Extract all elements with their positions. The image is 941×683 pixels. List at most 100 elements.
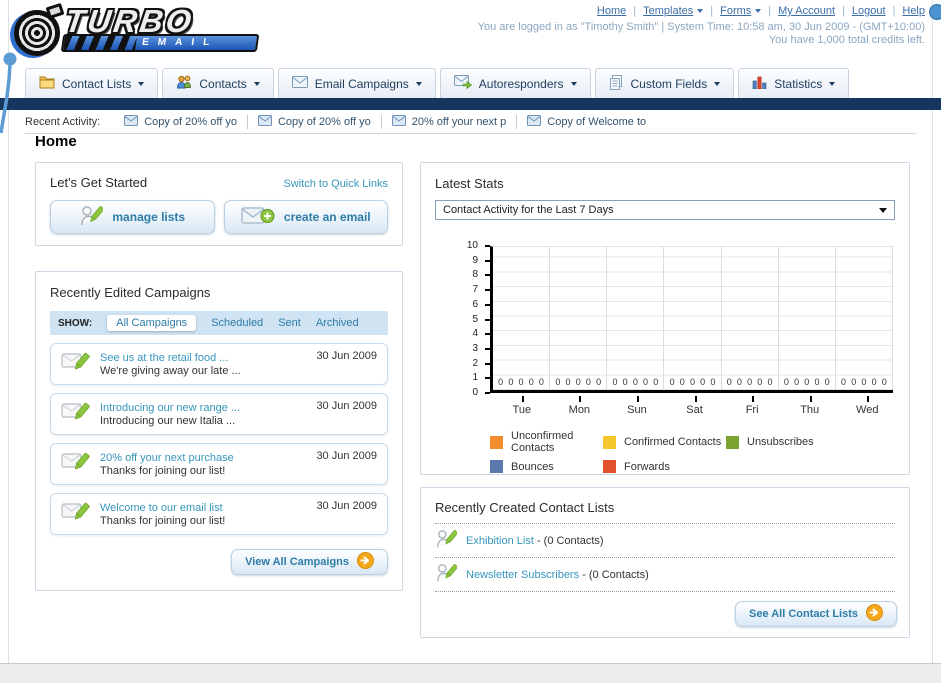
bar-value-label: 0 bbox=[824, 377, 830, 387]
bar-value-label: 0 bbox=[814, 377, 820, 387]
envelope-plus-icon bbox=[241, 205, 275, 230]
bar-value-label: 0 bbox=[538, 377, 544, 387]
bar-value-label: 0 bbox=[575, 377, 581, 387]
y-axis-tick-label: 8 bbox=[472, 269, 478, 281]
recent-activity-item[interactable]: Copy of 20% off yo bbox=[114, 115, 247, 129]
bar-value-label: 0 bbox=[669, 377, 675, 387]
bar-value-label: 0 bbox=[498, 377, 504, 387]
campaign-date: 30 Jun 2009 bbox=[316, 450, 377, 462]
bar-value-label: 0 bbox=[747, 377, 753, 387]
contact-list-item[interactable]: Exhibition List - (0 Contacts) bbox=[435, 524, 895, 558]
campaign-title-link[interactable]: Introducing our new range ... bbox=[100, 402, 307, 414]
legend-item: Unconfirmed Contacts bbox=[490, 430, 603, 454]
logo-title: TURBO bbox=[62, 3, 197, 39]
bar-value-label: 0 bbox=[508, 377, 514, 387]
bar-value-label: 0 bbox=[653, 377, 659, 387]
campaign-row[interactable]: See us at the retail food ... We're givi… bbox=[50, 343, 388, 385]
recent-activity-item-label: Copy of 20% off yo bbox=[277, 116, 371, 128]
campaign-subtitle: Thanks for joining our list! bbox=[100, 514, 226, 527]
recent-activity-item-label: Copy of 20% off yo bbox=[144, 116, 237, 128]
bar-value-label: 0 bbox=[851, 377, 857, 387]
campaign-title-link[interactable]: See us at the retail food ... bbox=[100, 352, 307, 364]
x-axis-tick-mark bbox=[694, 396, 697, 402]
chart-x-axis: Tue Mon Sun Sat Fri Thu Wed bbox=[493, 396, 896, 416]
link-home[interactable]: Home bbox=[597, 5, 626, 17]
campaign-filter-bar: SHOW: All Campaigns Scheduled Sent Archi… bbox=[50, 311, 388, 335]
recent-activity-label: Recent Activity: bbox=[25, 116, 101, 128]
contact-list-link[interactable]: Exhibition List bbox=[466, 535, 534, 547]
link-help[interactable]: Help bbox=[902, 5, 925, 17]
filter-all-campaigns[interactable]: All Campaigns bbox=[107, 315, 197, 331]
legend-label: Bounces bbox=[511, 460, 554, 473]
chevron-down-icon bbox=[829, 81, 836, 86]
tab-contacts[interactable]: Contacts bbox=[162, 68, 274, 98]
contact-activity-chart: 0 1 2 3 4 5 6 7 8 9 10 000000000000000000000000000… bbox=[435, 241, 896, 418]
campaign-row[interactable]: Introducing our new range ... Introducin… bbox=[50, 393, 388, 435]
bar-value-label: 0 bbox=[612, 377, 618, 387]
filter-scheduled[interactable]: Scheduled bbox=[211, 317, 263, 329]
x-axis-tick-mark bbox=[636, 396, 639, 402]
bar-value-label: 0 bbox=[871, 377, 877, 387]
stats-period-select[interactable]: Contact Activity for the Last 7 Days bbox=[435, 200, 895, 220]
help-bubble-icon[interactable] bbox=[929, 4, 941, 20]
campaign-title-link[interactable]: 20% off your next purchase bbox=[100, 452, 307, 464]
credits-text: You have 1,000 total credits left. bbox=[768, 34, 925, 46]
legend-label: Forwards bbox=[624, 460, 670, 473]
x-axis-label: Fri bbox=[723, 396, 781, 416]
chevron-down-icon bbox=[714, 81, 721, 86]
see-all-contact-lists-button[interactable]: See All Contact Lists bbox=[734, 601, 897, 627]
page-bottom-strip bbox=[0, 663, 941, 683]
bar-value-label: 0 bbox=[804, 377, 810, 387]
x-axis-label: Sat bbox=[666, 396, 724, 416]
chart-day-group: 00000 bbox=[493, 247, 551, 390]
filter-archived[interactable]: Archived bbox=[316, 317, 359, 329]
person-pencil-icon bbox=[79, 204, 105, 231]
bar-value-label: 0 bbox=[555, 377, 561, 387]
link-my-account[interactable]: My Account bbox=[778, 5, 835, 17]
bar-value-label: 0 bbox=[643, 377, 649, 387]
header-links: Home | Templates | Forms | My Account | Logo… bbox=[596, 5, 925, 17]
tab-autoresponders[interactable]: Autoresponders bbox=[439, 68, 591, 98]
recent-activity-item[interactable]: 20% off your next p bbox=[380, 115, 517, 129]
recent-activity-item-label: Copy of Welcome to bbox=[547, 116, 647, 128]
contact-list-count: - (0 Contacts) bbox=[579, 568, 649, 581]
link-templates[interactable]: Templates bbox=[643, 5, 704, 17]
campaign-date: 30 Jun 2009 bbox=[316, 500, 377, 512]
y-axis-tick-label: 9 bbox=[472, 254, 478, 266]
campaign-row[interactable]: 20% off your next purchase Thanks for jo… bbox=[50, 443, 388, 485]
switch-quick-links[interactable]: Switch to Quick Links bbox=[283, 178, 388, 190]
chart-day-group: 00000 bbox=[550, 247, 608, 390]
recent-activity-item[interactable]: Copy of 20% off yo bbox=[246, 115, 381, 129]
x-axis-tick-mark bbox=[521, 396, 524, 402]
x-axis-label: Thu bbox=[781, 396, 839, 416]
legend-label: Unconfirmed Contacts bbox=[511, 430, 574, 454]
link-logout[interactable]: Logout bbox=[852, 5, 886, 17]
recent-campaigns-title: Recently Edited Campaigns bbox=[50, 285, 211, 300]
chart-plot-area: 00000000000000000000000000000000000 bbox=[490, 246, 893, 393]
chevron-down-icon bbox=[755, 9, 762, 13]
campaign-row[interactable]: Welcome to our email list Thanks for joi… bbox=[50, 493, 388, 535]
y-axis-tick-label: 2 bbox=[472, 357, 478, 369]
link-forms[interactable]: Forms bbox=[720, 5, 762, 17]
bar-value-label: 0 bbox=[736, 377, 742, 387]
manage-lists-button[interactable]: manage lists bbox=[50, 200, 215, 234]
contact-list-item[interactable]: Newsletter Subscribers - (0 Contacts) bbox=[435, 558, 895, 592]
legend-swatch bbox=[490, 435, 503, 449]
tab-email-campaigns[interactable]: Email Campaigns bbox=[277, 68, 436, 98]
envelope-icon bbox=[124, 115, 139, 129]
contact-list-link[interactable]: Newsletter Subscribers bbox=[466, 569, 579, 581]
tab-custom-fields[interactable]: Custom Fields bbox=[594, 68, 735, 98]
tab-statistics[interactable]: Statistics bbox=[738, 68, 850, 98]
campaign-title-link[interactable]: Welcome to our email list bbox=[100, 502, 307, 514]
bar-value-label: 0 bbox=[596, 377, 602, 387]
filter-sent[interactable]: Sent bbox=[278, 317, 301, 329]
y-axis-tick-label: 3 bbox=[472, 342, 478, 354]
view-all-campaigns-button[interactable]: View All Campaigns bbox=[231, 549, 388, 575]
create-email-button[interactable]: create an email bbox=[223, 200, 388, 234]
y-axis-tick-label: 7 bbox=[472, 284, 478, 296]
legend-item: Unsubscribes bbox=[726, 430, 895, 454]
recent-activity-item[interactable]: Copy of Welcome to bbox=[516, 115, 656, 129]
campaign-subtitle: We're giving away our late ... bbox=[100, 364, 241, 377]
tab-contact-lists[interactable]: Contact Lists bbox=[25, 68, 159, 98]
chevron-down-icon bbox=[570, 81, 577, 86]
